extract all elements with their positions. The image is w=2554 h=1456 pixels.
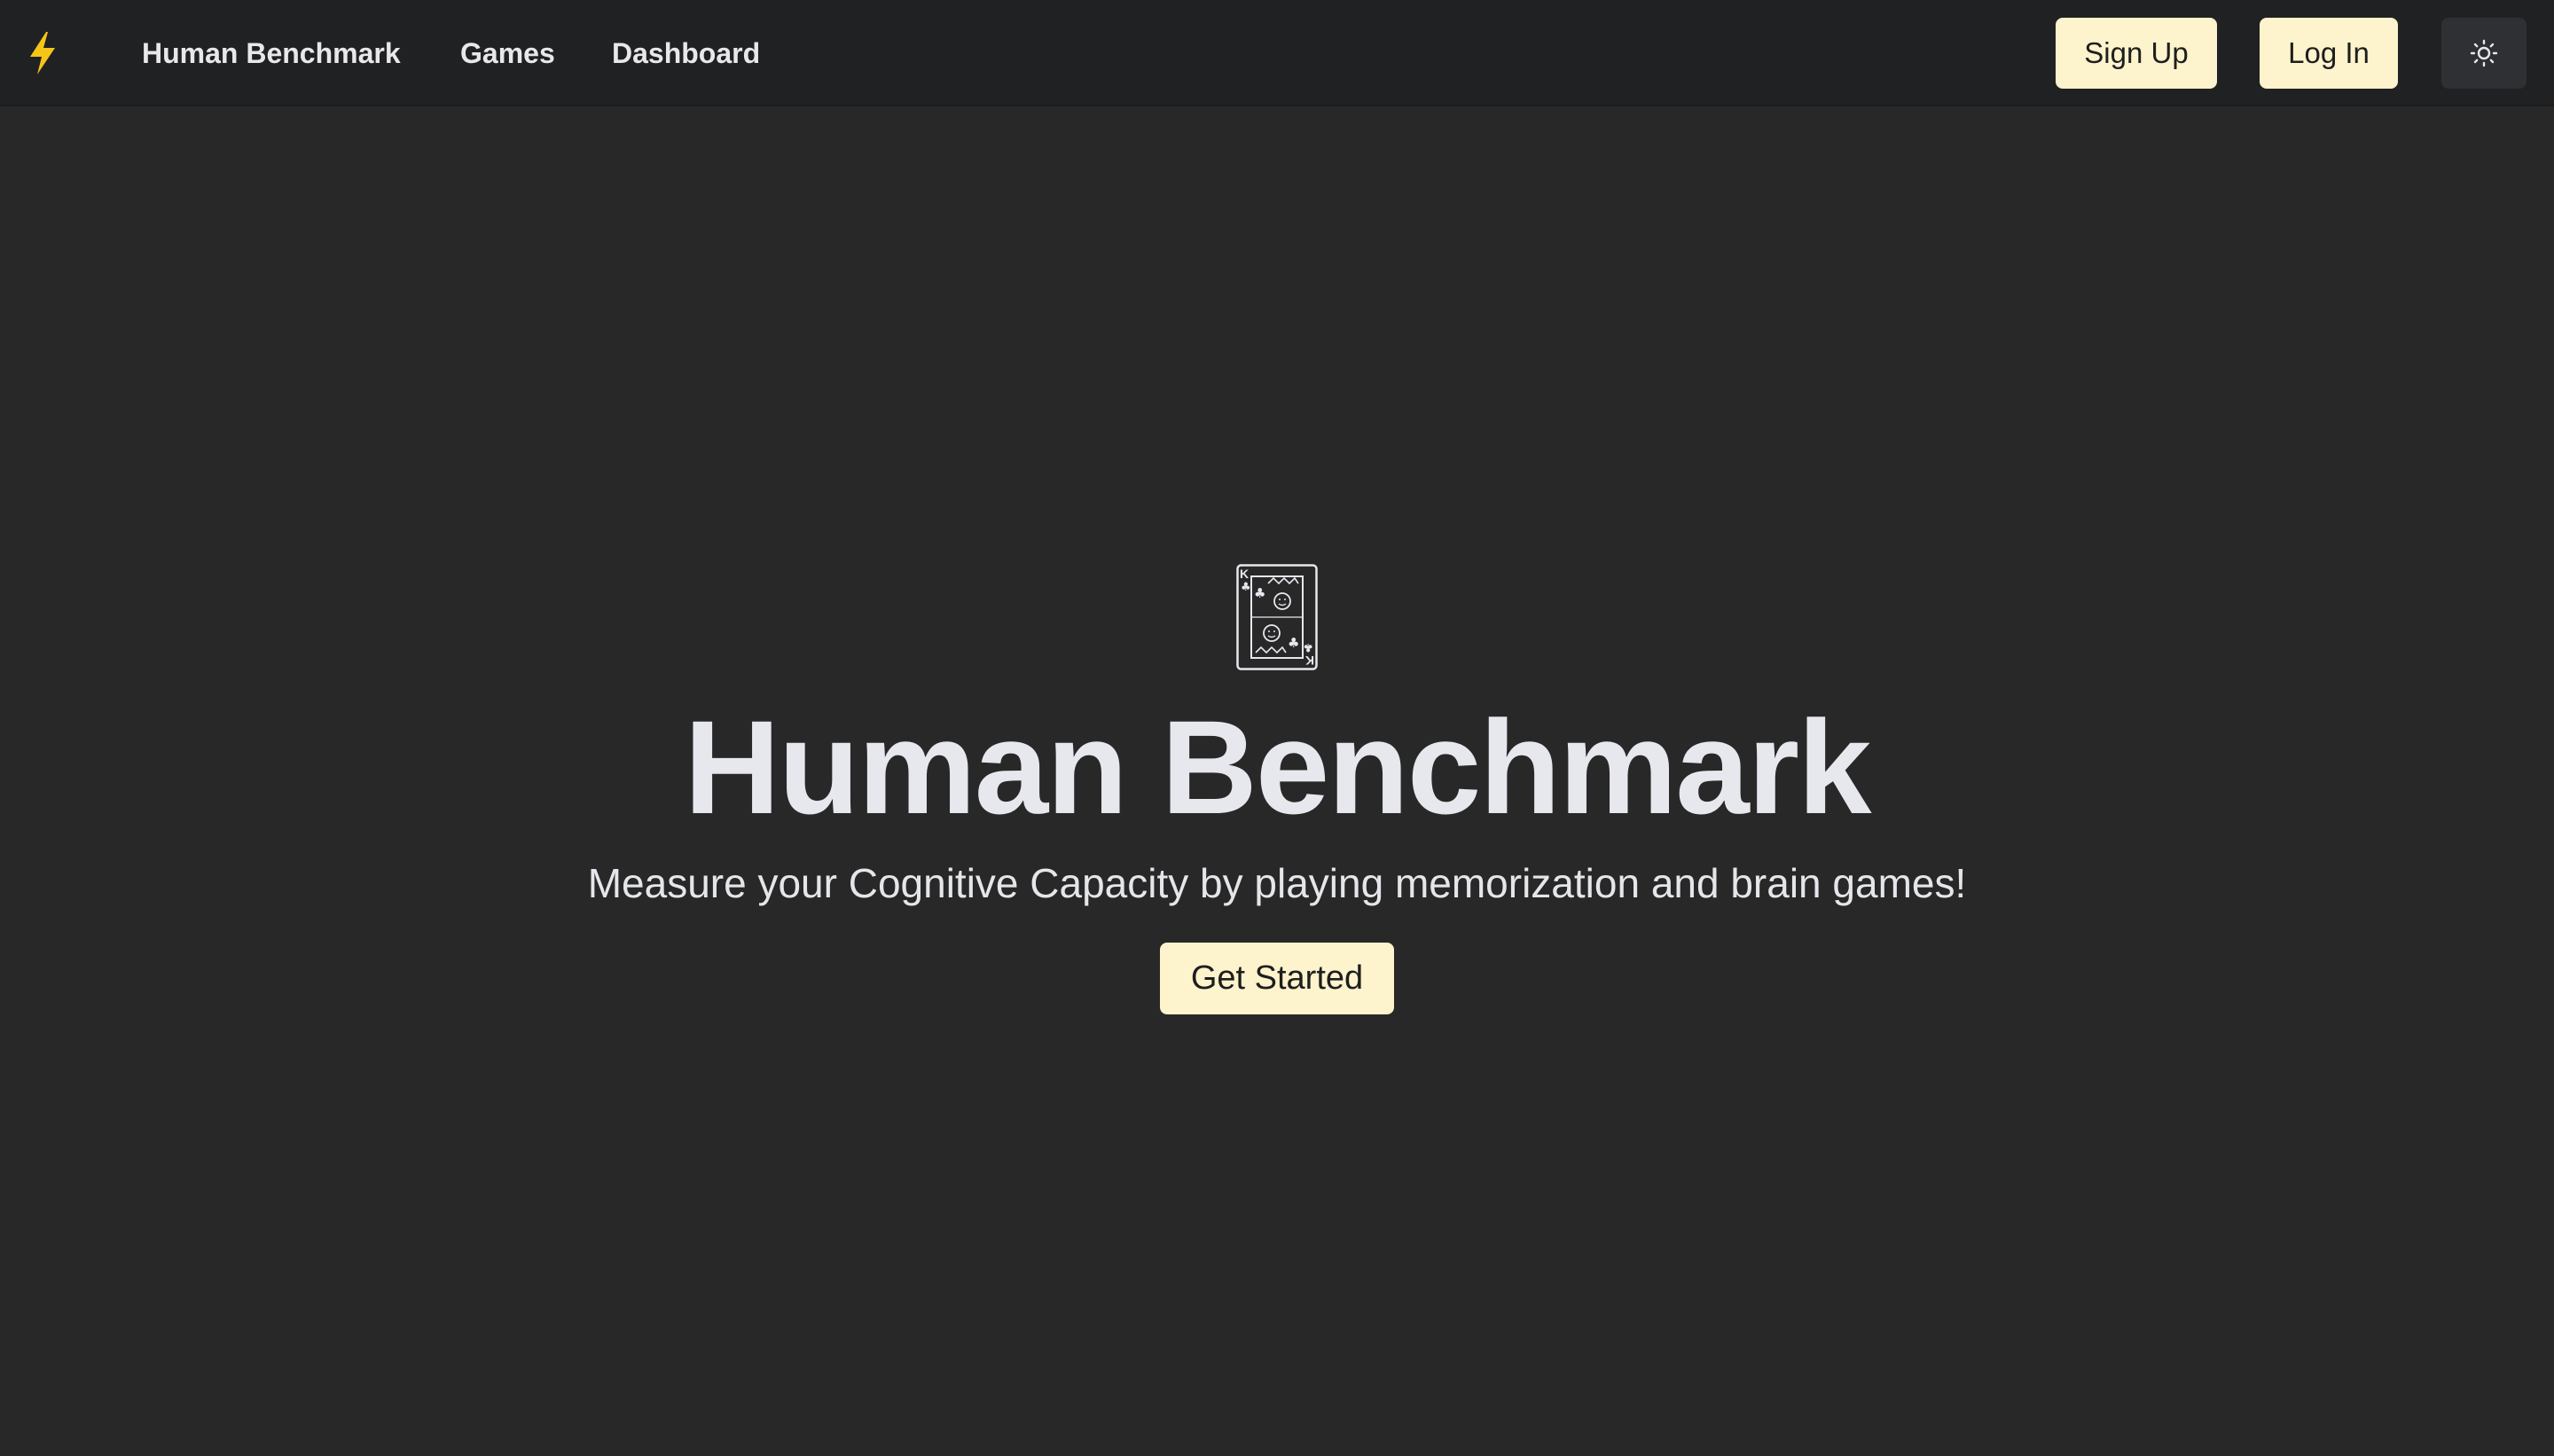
nav-link-human-benchmark[interactable]: Human Benchmark <box>142 0 401 106</box>
svg-text:K: K <box>1305 654 1314 668</box>
svg-text:♣: ♣ <box>1288 635 1299 651</box>
hero-title: Human Benchmark <box>684 693 1871 842</box>
top-navbar: Human Benchmark Games Dashboard Sign Up … <box>0 0 2554 106</box>
svg-text:♣: ♣ <box>1254 585 1265 601</box>
svg-text:♣: ♣ <box>1241 581 1251 594</box>
hero-subtitle: Measure your Cognitive Capacity by playi… <box>587 860 1967 906</box>
nav-link-games[interactable]: Games <box>460 0 555 106</box>
svg-text:K: K <box>1240 567 1249 581</box>
sign-up-button[interactable]: Sign Up <box>2056 18 2217 89</box>
svg-text:♣: ♣ <box>1303 640 1313 654</box>
theme-toggle-button[interactable] <box>2441 18 2527 89</box>
get-started-button[interactable]: Get Started <box>1160 943 1394 1014</box>
nav-link-dashboard[interactable]: Dashboard <box>612 0 760 106</box>
sun-icon <box>2470 39 2498 67</box>
lightning-bolt-icon[interactable] <box>27 30 59 76</box>
log-in-button[interactable]: Log In <box>2260 18 2398 89</box>
playing-card-king-of-clubs-icon: K ♣ K ♣ ♣ ♣ <box>1236 564 1318 670</box>
